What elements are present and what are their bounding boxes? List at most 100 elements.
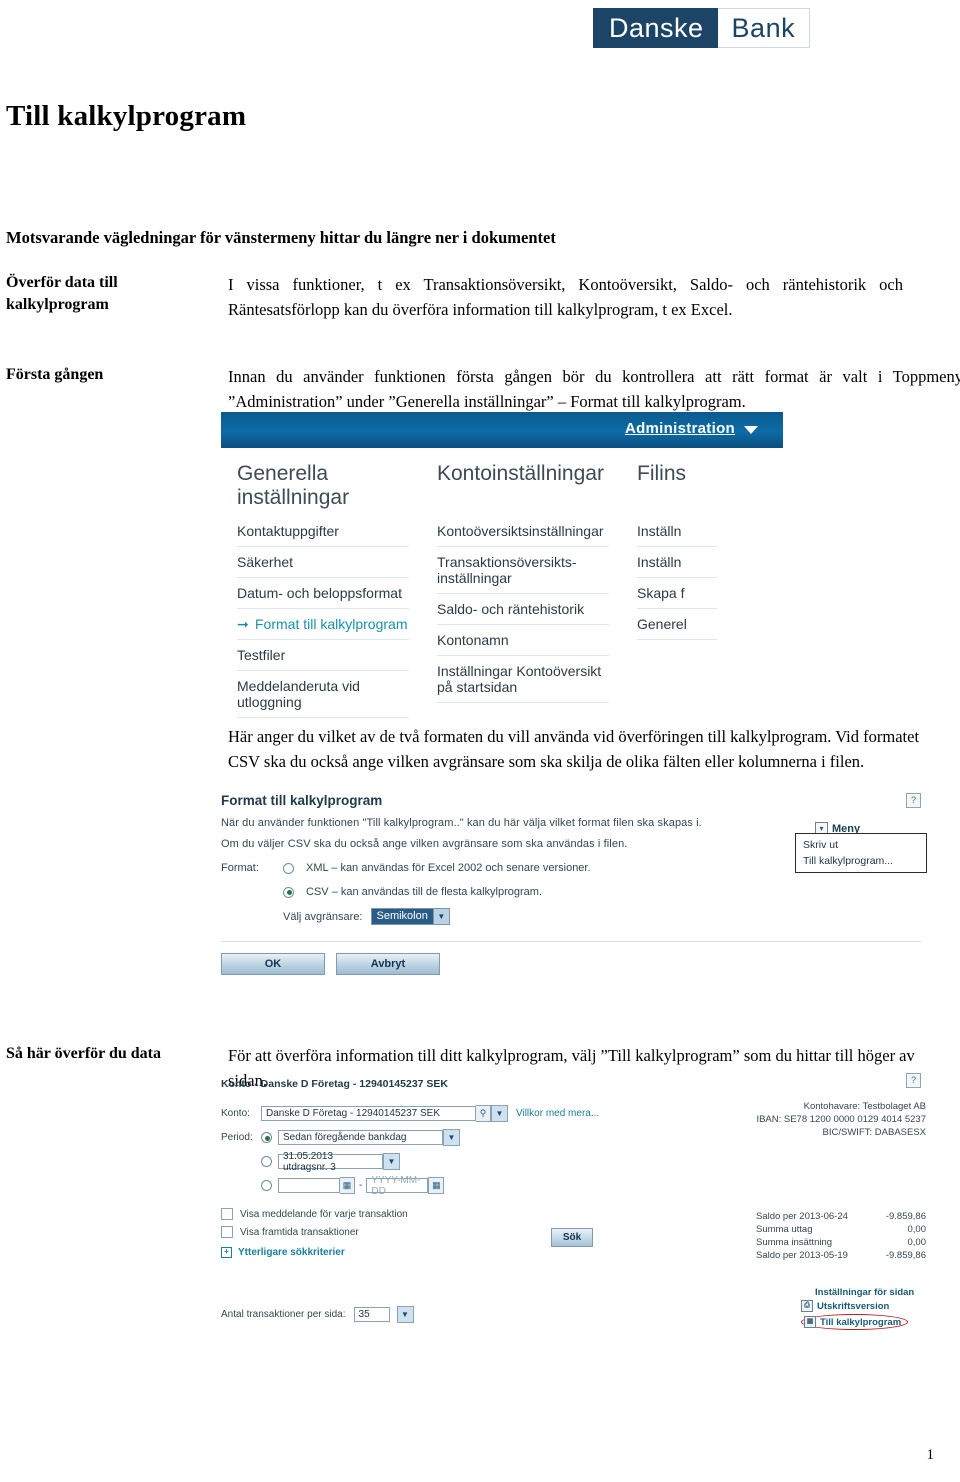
cancel-button[interactable]: Avbryt — [336, 953, 440, 975]
radio-period-option-2[interactable] — [261, 1156, 272, 1167]
menu-item-generel[interactable]: Generel — [637, 609, 717, 640]
menu-item-testfiler[interactable]: Testfiler — [237, 640, 409, 671]
ok-button[interactable]: OK — [221, 953, 325, 975]
calendar-icon[interactable]: ▦ — [340, 1177, 355, 1194]
page-title: Till kalkylprogram — [6, 100, 247, 132]
highlight-oval: ▦ Till kalkylprogram — [801, 1314, 909, 1330]
dialog-button-row: OK Avbryt — [221, 953, 921, 975]
menu-item-transaktionsoversiktsinstallningar[interactable]: Transaktionsöversikts-inställningar — [437, 547, 609, 594]
help-icon[interactable]: ? — [906, 1073, 921, 1088]
danske-bank-logo: Danske Bank — [593, 8, 880, 48]
period-row-2: 31.05.2013 utdragsnr. 3 ▼ — [221, 1151, 921, 1173]
link-utskriftsversion[interactable]: ⎙ Utskriftsversion — [801, 1300, 926, 1312]
menu-item-datum-beloppsformat[interactable]: Datum- och beloppsformat — [237, 578, 409, 609]
per-page-dropdown-arrow-icon[interactable]: ▼ — [396, 1306, 414, 1323]
menu-item-meddelanderuta[interactable]: Meddelanderuta vid utloggning — [237, 671, 409, 718]
bic-swift-line: BIC/SWIFT: DABASESX — [822, 1127, 926, 1138]
period-row-3: ▦ - YYYY-MM-DD ▦ — [221, 1175, 921, 1197]
arrow-right-icon: ➞ — [237, 616, 249, 632]
kontohavare-line: Kontohavare: Testbolaget AB — [803, 1101, 926, 1112]
menu-item-format-till-kalkylprogram[interactable]: ➞ Format till kalkylprogram — [237, 609, 409, 640]
section-body-overfor-data: I vissa funktioner, t ex Transaktionsöve… — [228, 275, 903, 319]
format-option-xml-label: XML – kan användas för Excel 2002 och se… — [306, 862, 591, 874]
date-range-dash: - — [359, 1180, 363, 1191]
menu-item-skapa-f[interactable]: Skapa f — [637, 578, 717, 609]
section-label-overfor-data: Överför data till kalkylprogram — [6, 274, 118, 313]
menu-item-kontaktuppgifter[interactable]: Kontaktuppgifter — [237, 516, 409, 547]
menu-item-installningar-kontooversikt-startsidan[interactable]: Inställningar Kontoöversikt på startsida… — [437, 656, 609, 703]
link-label: Utskriftsversion — [817, 1300, 890, 1312]
saldo-value: -9.859,86 — [885, 1250, 926, 1261]
per-page-value: 35 — [358, 1309, 370, 1320]
checkbox-visa-framtida[interactable] — [221, 1226, 233, 1238]
plus-icon: + — [221, 1247, 232, 1258]
konto-input[interactable]: Danske D Företag - 12940145237 SEK — [261, 1106, 476, 1121]
printer-icon: ⎙ — [801, 1300, 813, 1312]
menu-item-kontooversiktsinstallningar[interactable]: Kontoöversiktsinställningar — [437, 516, 609, 547]
calendar-icon[interactable]: ▦ — [428, 1177, 445, 1194]
menu-item-kontonamn[interactable]: Kontonamn — [437, 625, 609, 656]
period-option-1-value[interactable]: Sedan föregående bankdag — [278, 1130, 443, 1145]
table-row: Saldo per 2013-05-19 -9.859,86 — [756, 1249, 926, 1262]
admin-column-kontoinstallningar: Kontoinställningar Kontoöversiktsinställ… — [437, 462, 609, 718]
table-row: Summa uttag 0,00 — [756, 1223, 926, 1236]
link-installningar-for-sidan[interactable]: Inställningar för sidan — [801, 1287, 926, 1298]
section-body-forsta-gangen: Innan du använder funktionen första gång… — [228, 367, 960, 411]
account-info-panel: Kontohavare: Testbolaget AB IBAN: SE78 1… — [726, 1100, 926, 1139]
date-to-input[interactable]: YYYY-MM-DD — [366, 1175, 429, 1197]
section-label-forsta-gangen: Första gången — [6, 366, 104, 383]
menu-item-saldo-rantehistorik[interactable]: Saldo- och räntehistorik — [437, 594, 609, 625]
link-till-kalkylprogram-highlighted[interactable]: ▦ Till kalkylprogram — [801, 1314, 926, 1330]
saldo-value: -9.859,86 — [885, 1211, 926, 1222]
account-header: Konto - Danske D Företag - 12940145237 S… — [221, 1078, 449, 1090]
admin-column-heading: Filins — [637, 462, 687, 485]
menu-pointer-arrow-icon — [623, 448, 645, 457]
period-option-2-value[interactable]: 31.05.2013 utdragsnr. 3 — [278, 1151, 383, 1173]
administration-menu-screenshot: Administration Generella inställningar K… — [221, 412, 783, 718]
mid-paragraph: Här anger du vilket av de två formaten d… — [228, 727, 920, 771]
period-dropdown-arrow-icon[interactable]: ▼ — [443, 1129, 460, 1146]
konto-label: Konto: — [221, 1108, 250, 1119]
per-page-select[interactable]: 35 — [353, 1307, 390, 1322]
sok-button[interactable]: Sök — [551, 1228, 593, 1247]
format-dialog-title: Format till kalkylprogram — [221, 793, 383, 808]
page-number: 1 — [926, 1447, 935, 1463]
saldo-label: Saldo per 2013-05-19 — [756, 1250, 848, 1261]
meny-item-till-kalkylprogram[interactable]: Till kalkylprogram... — [796, 853, 926, 869]
villkor-link[interactable]: Villkor med mera... — [516, 1108, 599, 1119]
format-label: Format: — [221, 862, 259, 874]
administration-menu-label[interactable]: Administration — [625, 420, 735, 437]
delimiter-row: Välj avgränsare: Semikolon ▼ — [221, 908, 921, 925]
spreadsheet-icon: ▦ — [804, 1316, 816, 1328]
chevron-down-icon[interactable] — [744, 426, 758, 434]
menu-item-sakerhet[interactable]: Säkerhet — [237, 547, 409, 578]
search-icon[interactable]: ⚲ — [476, 1105, 491, 1122]
help-icon[interactable]: ? — [906, 793, 921, 808]
meny-item-skriv-ut[interactable]: Skriv ut — [796, 837, 926, 853]
saldo-label: Summa uttag — [756, 1224, 813, 1235]
radio-period-option-3[interactable] — [261, 1180, 272, 1191]
radio-period-option-1[interactable] — [261, 1132, 272, 1143]
date-from-input[interactable] — [278, 1178, 340, 1193]
checkbox-visa-meddelande[interactable] — [221, 1208, 233, 1220]
radio-xml[interactable] — [283, 862, 294, 874]
admin-column-heading: Kontoinställningar — [437, 462, 604, 485]
delimiter-select[interactable]: Semikolon ▼ — [370, 908, 450, 925]
format-option-csv-label: CSV – kan användas till de flesta kalkyl… — [306, 886, 543, 898]
saldo-label: Saldo per 2013-06-24 — [756, 1211, 848, 1222]
iban-line: IBAN: SE78 1200 0000 0129 4014 5237 — [756, 1114, 926, 1125]
menu-item-installn-1[interactable]: Inställn — [637, 516, 717, 547]
link-label: Till kalkylprogram — [820, 1316, 902, 1328]
admin-column-generella: Generella inställningar Kontaktuppgifter… — [237, 462, 409, 718]
delimiter-label: Välj avgränsare: — [283, 910, 363, 923]
konto-dropdown-arrow-icon[interactable]: ▼ — [491, 1105, 508, 1122]
checkbox-visa-framtida-label: Visa framtida transaktioner — [240, 1226, 359, 1238]
chevron-down-icon[interactable]: ▼ — [432, 909, 449, 924]
logo-bank-text: Bank — [717, 8, 811, 48]
utdrag-dropdown-arrow-icon[interactable]: ▼ — [383, 1153, 400, 1170]
radio-csv[interactable] — [283, 886, 294, 898]
divider — [221, 941, 921, 942]
menu-item-installn-2[interactable]: Inställn — [637, 547, 717, 578]
table-row: Saldo per 2013-06-24 -9.859,86 — [756, 1210, 926, 1223]
administration-columns: Generella inställningar Kontaktuppgifter… — [221, 448, 783, 718]
